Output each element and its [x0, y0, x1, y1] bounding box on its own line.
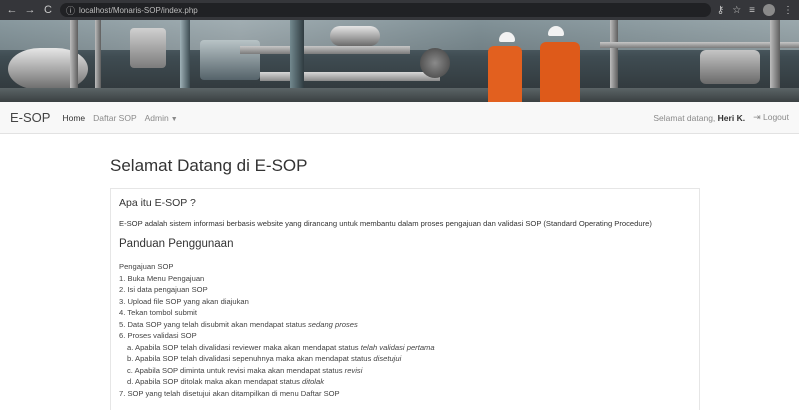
- profile-avatar[interactable]: [763, 4, 775, 16]
- browser-toolbar: ← → C ⓘ localhost/Monaris-SOP/index.php …: [0, 0, 799, 20]
- what-description: E-SOP adalah sistem informasi berbasis w…: [119, 219, 652, 228]
- star-icon[interactable]: ☆: [732, 5, 741, 16]
- address-bar[interactable]: ⓘ localhost/Monaris-SOP/index.php: [60, 3, 711, 17]
- info-icon[interactable]: ⓘ: [66, 4, 75, 17]
- welcome-text: Selamat datang, Heri K.: [653, 112, 746, 123]
- info-panel: Apa itu E-SOP ? E-SOP adalah sistem info…: [110, 188, 700, 410]
- reload-icon[interactable]: C: [42, 0, 54, 20]
- step-3: 3. Upload file SOP yang akan diajukan: [119, 296, 249, 306]
- main-content: Selamat Datang di E-SOP Apa itu E-SOP ? …: [0, 134, 700, 410]
- step-4: 4. Tekan tombol submit: [119, 308, 197, 317]
- steps-header: Pengajuan SOP: [119, 262, 174, 271]
- what-heading: Apa itu E-SOP ?: [119, 197, 196, 209]
- extension-icon[interactable]: ≡: [749, 5, 755, 16]
- user-name: Heri K.: [717, 112, 746, 123]
- page-title: Selamat Datang di E-SOP: [110, 156, 308, 175]
- caret-down-icon: ▼: [170, 115, 178, 123]
- url-text: localhost/Monaris-SOP/index.php: [79, 5, 198, 15]
- step-6d: d. Apabila SOP ditolak maka akan mendapa…: [127, 377, 324, 386]
- main-navbar: E-SOP Home Daftar SOP Admin ▼ Selamat dat…: [0, 102, 799, 134]
- step-6: 6. Proses validasi SOP: [119, 331, 197, 340]
- logout-icon: ⇥: [753, 112, 761, 122]
- step-5: 5. Data SOP yang telah disubmit akan men…: [119, 319, 358, 329]
- step-6a: a. Apabila SOP telah divalidasi reviewer…: [127, 342, 435, 352]
- header-banner-image: [0, 20, 799, 102]
- key-icon[interactable]: ⚷: [717, 5, 724, 16]
- step-7: 7. SOP yang telah disetujui akan ditampi…: [119, 388, 340, 398]
- step-6c: c. Apabila SOP diminta untuk revisi maka…: [127, 365, 363, 375]
- step-6b: b. Apabila SOP telah divalidasi sepenuhn…: [127, 354, 402, 363]
- nav-home[interactable]: Home: [62, 113, 85, 123]
- nav-admin-dropdown[interactable]: Admin ▼: [145, 113, 178, 123]
- nav-daftar-sop[interactable]: Daftar SOP: [93, 113, 136, 123]
- brand-logo[interactable]: E-SOP: [10, 110, 50, 125]
- step-1: 1. Buka Menu Pengajuan: [119, 273, 205, 283]
- guide-steps: Pengajuan SOP 1. Buka Menu Pengajuan 2. …: [119, 261, 691, 399]
- forward-icon[interactable]: →: [24, 0, 36, 20]
- nav-admin-label: Admin: [144, 112, 169, 123]
- logout-link[interactable]: ⇥ Logout: [753, 112, 789, 123]
- step-2: 2. Isi data pengajuan SOP: [119, 285, 208, 294]
- guide-heading: Panduan Penggunaan: [119, 238, 234, 250]
- back-icon[interactable]: ←: [6, 0, 18, 20]
- menu-icon[interactable]: ⋮: [783, 5, 793, 16]
